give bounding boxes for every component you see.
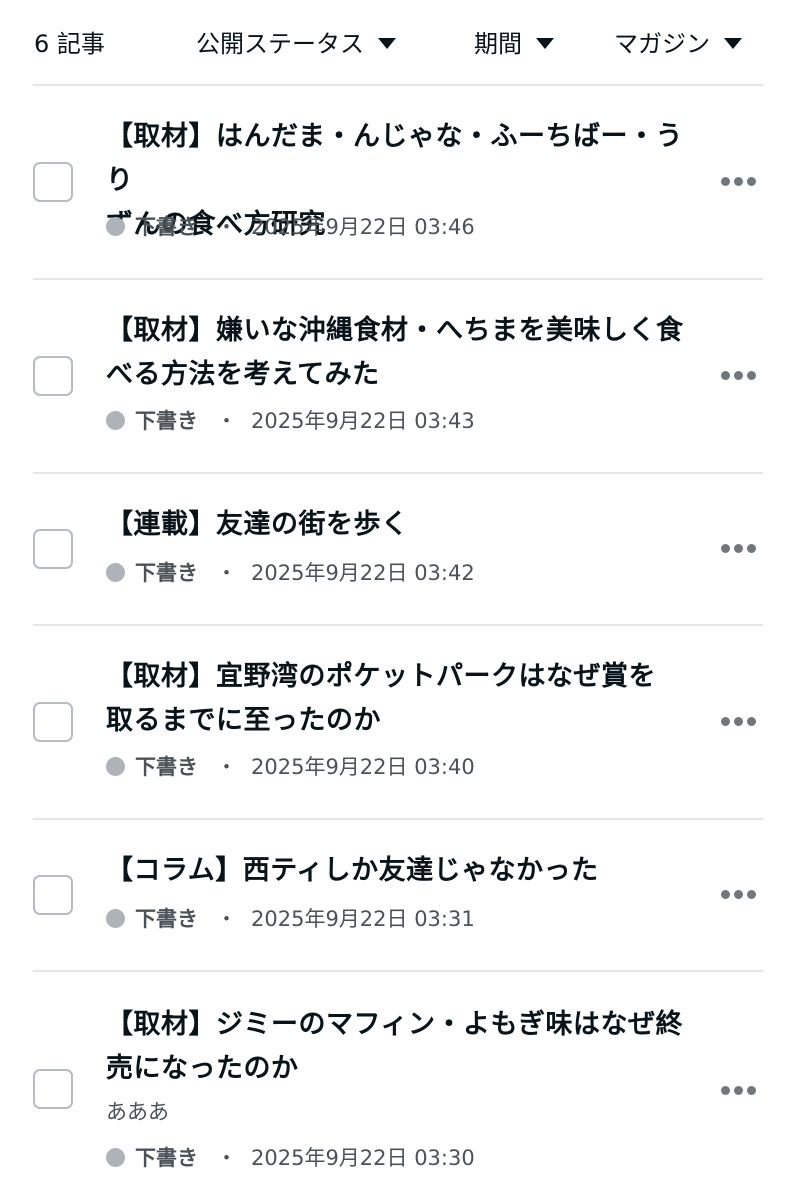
more-options-icon[interactable]	[720, 371, 756, 381]
article-date: 2025年9月22日 03:42	[251, 561, 475, 585]
status-dot-icon	[106, 1147, 125, 1167]
article-row: 【コラム】西ティしか友達じゃなかった 下書き・ 2025年9月22日 03:31	[0, 820, 795, 970]
article-select-checkbox[interactable]	[33, 1069, 73, 1109]
status-label: 下書き	[135, 1146, 198, 1170]
article-title-line: 【取材】はんだま・んじゃな・ふーちばー・うり	[106, 121, 683, 196]
article-title-line: 【取材】宜野湾のポケットパークはなぜ賞を	[106, 661, 656, 692]
status-dot-icon	[106, 562, 125, 582]
magazine-filter-label: マガジン	[614, 30, 710, 58]
meta-separator: ・	[216, 1146, 237, 1170]
article-date: 2025年9月22日 03:43	[251, 409, 475, 433]
meta-separator: ・	[216, 561, 237, 585]
article-date: 2025年9月22日 03:40	[251, 755, 475, 779]
more-options-icon[interactable]	[720, 717, 756, 727]
more-options-icon[interactable]	[720, 544, 756, 554]
status-dot-icon	[106, 756, 125, 776]
article-title[interactable]: 【取材】宜野湾のポケットパークはなぜ賞を 取るまでに至ったのか	[106, 655, 686, 743]
article-row: 【連載】友達の街を歩く 下書き・ 2025年9月22日 03:42	[0, 474, 795, 624]
more-options-icon[interactable]	[720, 177, 756, 187]
article-meta: 下書き・ 2025年9月22日 03:46	[106, 212, 475, 242]
article-count: 6 記事	[34, 30, 105, 58]
article-title[interactable]: 【コラム】西ティしか友達じゃなかった	[106, 849, 686, 893]
more-options-icon[interactable]	[720, 890, 756, 900]
more-options-icon[interactable]	[720, 1086, 756, 1096]
article-title-line: 売になったのか	[106, 1053, 299, 1084]
article-title[interactable]: 【取材】嫌いな沖縄食材・へちまを美味しく食 べる方法を考えてみた	[106, 309, 686, 397]
caret-down-icon	[378, 37, 396, 49]
article-meta: 下書き・ 2025年9月22日 03:43	[106, 406, 475, 436]
status-filter-label: 公開ステータス	[196, 30, 364, 58]
article-select-checkbox[interactable]	[33, 875, 73, 915]
article-title-line: 【取材】嫌いな沖縄食材・へちまを美味しく食	[106, 315, 684, 346]
article-title-line: 【取材】ジミーのマフィン・よもぎ味はなぜ終	[106, 1009, 683, 1040]
article-meta: 下書き・ 2025年9月22日 03:42	[106, 558, 475, 588]
meta-separator: ・	[216, 215, 237, 239]
article-title-line: 【コラム】西ティしか友達じゃなかった	[106, 855, 599, 886]
article-select-checkbox[interactable]	[33, 356, 73, 396]
meta-separator: ・	[216, 409, 237, 433]
status-dot-icon	[106, 410, 125, 430]
status-label: 下書き	[135, 907, 198, 931]
article-date: 2025年9月22日 03:30	[251, 1146, 475, 1170]
article-select-checkbox[interactable]	[33, 702, 73, 742]
article-excerpt: あああ	[106, 1100, 169, 1124]
article-row: 【取材】宜野湾のポケットパークはなぜ賞を 取るまでに至ったのか 下書き・ 2025…	[0, 626, 795, 818]
article-title-line: 取るまでに至ったのか	[106, 705, 381, 736]
article-date: 2025年9月22日 03:46	[251, 215, 475, 239]
article-title-line: べる方法を考えてみた	[106, 359, 380, 390]
caret-down-icon	[536, 37, 554, 49]
list-header: 6 記事 公開ステータス 期間 マガジン	[0, 0, 795, 86]
article-row: 【取材】はんだま・んじゃな・ふーちばー・うり ずんの食べ方研究 下書き・ 2025…	[0, 86, 795, 278]
article-title[interactable]: 【連載】友達の街を歩く	[106, 503, 686, 547]
article-date: 2025年9月22日 03:31	[251, 907, 475, 931]
status-label: 下書き	[135, 215, 198, 239]
status-filter-dropdown[interactable]: 公開ステータス	[196, 26, 396, 62]
article-select-checkbox[interactable]	[33, 529, 73, 569]
meta-separator: ・	[216, 755, 237, 779]
period-filter-label: 期間	[474, 30, 522, 58]
article-select-checkbox[interactable]	[33, 162, 73, 202]
article-meta: 下書き・ 2025年9月22日 03:30	[106, 1143, 475, 1173]
status-label: 下書き	[135, 561, 198, 585]
article-meta: 下書き・ 2025年9月22日 03:40	[106, 752, 475, 782]
article-title[interactable]: 【取材】ジミーのマフィン・よもぎ味はなぜ終 売になったのか	[106, 1003, 686, 1091]
article-meta: 下書き・ 2025年9月22日 03:31	[106, 904, 475, 934]
status-label: 下書き	[135, 409, 198, 433]
article-row: 【取材】嫌いな沖縄食材・へちまを美味しく食 べる方法を考えてみた 下書き・ 202…	[0, 280, 795, 472]
meta-separator: ・	[216, 907, 237, 931]
status-dot-icon	[106, 216, 125, 236]
caret-down-icon	[724, 37, 742, 49]
magazine-filter-dropdown[interactable]: マガジン	[614, 26, 742, 62]
article-row: 【取材】ジミーのマフィン・よもぎ味はなぜ終 売になったのか あああ 下書き・ 20…	[0, 972, 795, 1200]
article-title-line: 【連載】友達の街を歩く	[106, 509, 409, 540]
status-label: 下書き	[135, 755, 198, 779]
status-dot-icon	[106, 908, 125, 928]
period-filter-dropdown[interactable]: 期間	[474, 26, 554, 62]
